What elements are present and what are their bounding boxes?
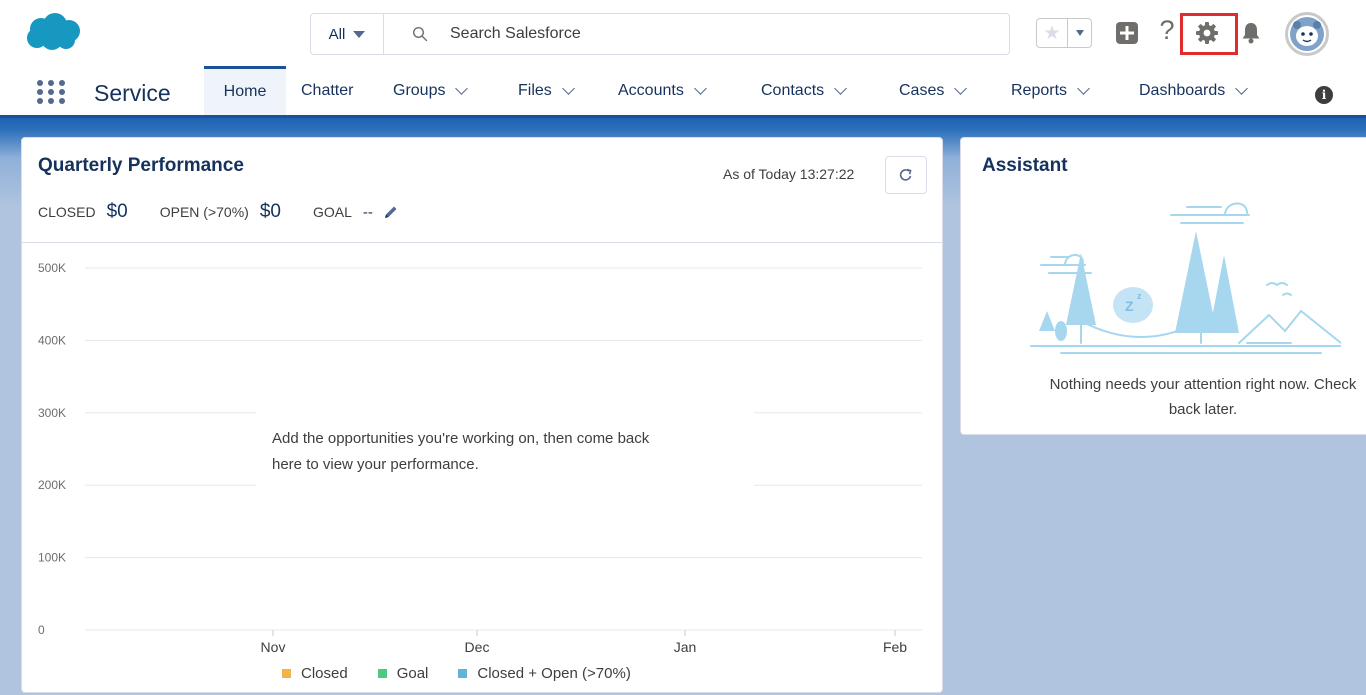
- metrics-row: CLOSED $0 OPEN (>70%) $0 GOAL --: [38, 201, 399, 223]
- chevron-down-icon[interactable]: [693, 81, 707, 95]
- plus-icon: [1116, 22, 1138, 44]
- quarterly-performance-card: Quarterly Performance As of Today 13:27:…: [21, 137, 943, 693]
- global-header: All ★ ?: [0, 0, 1366, 66]
- app-launcher-icon[interactable]: [37, 80, 65, 104]
- legend-swatch: [282, 669, 291, 678]
- avatar[interactable]: [1285, 12, 1329, 56]
- favorites-star-icon[interactable]: ★: [1037, 19, 1067, 47]
- chevron-down-icon[interactable]: [834, 81, 848, 95]
- tab-dashboards[interactable]: Dashboards: [1139, 66, 1249, 115]
- tab-label: Dashboards: [1139, 81, 1226, 99]
- app-name: Service: [94, 80, 171, 106]
- tab-label: Groups: [393, 81, 446, 99]
- y-tick-label: 200K: [38, 478, 66, 492]
- assistant-message-line1: Nothing needs your attention right now. …: [1049, 376, 1357, 393]
- tab-contacts[interactable]: Contacts: [761, 66, 848, 115]
- chevron-down-icon[interactable]: [561, 81, 575, 95]
- favorites-menu-button[interactable]: [1067, 19, 1091, 47]
- x-tick-label: Feb: [883, 639, 907, 655]
- svg-text:Z: Z: [1125, 298, 1134, 314]
- tab-files[interactable]: Files: [518, 66, 575, 115]
- tab-accounts[interactable]: Accounts: [618, 66, 707, 115]
- avatar-bot-icon: [1290, 17, 1324, 51]
- help-icon[interactable]: ?: [1154, 15, 1180, 45]
- tab-label: Home: [223, 83, 267, 100]
- open-label: OPEN (>70%): [159, 204, 249, 220]
- empty-state-message: Add the opportunities you're working on,…: [256, 412, 754, 486]
- global-actions-plus-icon[interactable]: [1114, 20, 1140, 46]
- as-of-timestamp: As of Today 13:27:22: [723, 166, 855, 182]
- closed-label: CLOSED: [38, 204, 96, 220]
- search-input[interactable]: [450, 25, 970, 43]
- goal-label: GOAL: [312, 204, 352, 220]
- legend-label: Goal: [396, 665, 429, 682]
- hammock-illustration-icon: Z z: [1030, 202, 1341, 354]
- chart-legend: Closed Goal Closed + Open (>70%): [282, 665, 631, 682]
- tab-groups[interactable]: Groups: [393, 66, 469, 115]
- x-tick-label: Nov: [261, 639, 286, 655]
- search-scope-label: All: [328, 25, 346, 43]
- card-title: Quarterly Performance: [38, 155, 244, 176]
- chevron-down-icon[interactable]: [1077, 81, 1090, 95]
- tab-label: Contacts: [761, 81, 825, 99]
- tab-reports[interactable]: Reports: [1011, 66, 1090, 115]
- legend-item-closed-open: Closed + Open (>70%): [458, 665, 631, 682]
- salesforce-logo[interactable]: [24, 12, 82, 52]
- legend-item-goal: Goal: [377, 665, 429, 682]
- caret-down-icon: [353, 30, 366, 38]
- goal-value: --: [362, 204, 373, 221]
- y-tick-label: 300K: [38, 406, 66, 420]
- assistant-message: Nothing needs your attention right now. …: [983, 372, 1366, 422]
- empty-message-line2: here to view your performance.: [272, 456, 479, 473]
- legend-swatch: [377, 669, 387, 678]
- empty-message-line1: Add the opportunities you're working on,…: [272, 430, 650, 447]
- bell-icon[interactable]: [1238, 20, 1264, 46]
- assistant-message-line2: back later.: [1168, 401, 1238, 418]
- edit-goal-pencil-icon[interactable]: [383, 204, 399, 220]
- tab-home[interactable]: Home: [204, 66, 286, 115]
- svg-text:z: z: [1137, 291, 1142, 301]
- info-icon[interactable]: i: [1315, 86, 1333, 104]
- caret-down-icon: [1075, 30, 1084, 36]
- legend-label: Closed + Open (>70%): [477, 665, 631, 682]
- search-icon: [412, 26, 428, 42]
- tab-cases[interactable]: Cases: [899, 66, 968, 115]
- tab-label: Chatter: [301, 81, 354, 99]
- favorites-group: ★: [1036, 18, 1092, 48]
- gear-icon[interactable]: [1194, 20, 1220, 46]
- x-tick-label: Dec: [465, 639, 490, 655]
- assistant-card: Assistant Z z Nothing needs your attenti…: [960, 137, 1366, 435]
- setup-gear-icon: [1196, 22, 1218, 44]
- y-tick-label: 500K: [38, 261, 66, 275]
- tab-label: Files: [518, 81, 552, 99]
- x-tick-label: Jan: [674, 639, 697, 655]
- closed-value: $0: [106, 201, 128, 222]
- chevron-down-icon[interactable]: [1235, 81, 1249, 95]
- refresh-icon: [899, 168, 912, 181]
- search-scope-dropdown[interactable]: All: [311, 14, 384, 54]
- card-title: Assistant: [982, 155, 1068, 176]
- legend-swatch: [458, 669, 468, 678]
- notifications-bell-icon: [1242, 23, 1260, 44]
- tab-chatter[interactable]: Chatter: [301, 66, 353, 115]
- navigation-bar: Service Home Chatter Groups Files Accoun…: [0, 66, 1366, 118]
- chevron-down-icon[interactable]: [954, 81, 968, 95]
- open-value: $0: [259, 201, 281, 222]
- y-tick-label: 0: [38, 623, 45, 637]
- legend-item-closed: Closed: [282, 665, 348, 682]
- refresh-button[interactable]: [885, 156, 927, 194]
- global-search: All: [310, 13, 1010, 55]
- tab-label: Accounts: [618, 81, 684, 99]
- y-tick-label: 400K: [38, 333, 66, 347]
- legend-label: Closed: [301, 665, 348, 682]
- y-tick-label: 100K: [38, 551, 66, 565]
- tab-label: Cases: [899, 81, 945, 99]
- tab-label: Reports: [1011, 81, 1068, 99]
- chevron-down-icon[interactable]: [455, 81, 469, 95]
